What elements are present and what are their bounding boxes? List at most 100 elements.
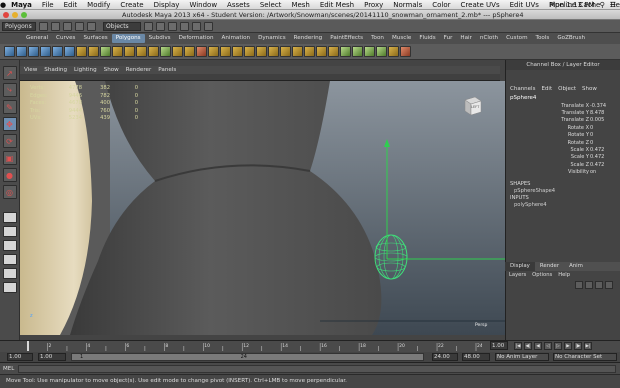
shelf-tab-dynamics[interactable]: Dynamics (254, 34, 290, 43)
menu-create-uvs[interactable]: Create UVs (456, 1, 505, 9)
shelf-tab-muscle[interactable]: Muscle (388, 34, 415, 43)
attr-value[interactable]: 0.472 (590, 147, 619, 153)
boolean-union-icon[interactable] (124, 46, 135, 57)
uv-editor-icon[interactable] (388, 46, 399, 57)
shelf-tab-surfaces[interactable]: Surfaces (79, 34, 111, 43)
close-window-button[interactable] (3, 11, 9, 18)
selected-object-name[interactable]: pSphere4 (506, 93, 620, 102)
attr-scale-z[interactable]: Scale Z 0.472 (506, 161, 620, 168)
move-layer-down-icon[interactable] (585, 281, 593, 289)
planar-mapping-icon[interactable] (340, 46, 351, 57)
channel-menu-channels[interactable]: Channels (510, 86, 535, 92)
attr-translate-z[interactable]: Translate Z 0.005 (506, 117, 620, 124)
fill-hole-icon[interactable] (184, 46, 195, 57)
poly-cylinder-icon[interactable] (28, 46, 39, 57)
offset-edge-loop-icon[interactable] (280, 46, 291, 57)
shelf-tab-tools[interactable]: Tools (532, 34, 554, 43)
minimize-window-button[interactable] (12, 11, 18, 18)
extract-icon[interactable] (100, 46, 111, 57)
side-by-side-layout-icon[interactable] (2, 240, 17, 251)
go-to-end-icon[interactable]: ▶| (584, 342, 592, 350)
menu-app[interactable]: Maya (6, 1, 37, 9)
anim-layer-dropdown[interactable]: No Anim Layer (495, 353, 549, 361)
render-icon[interactable] (180, 21, 189, 31)
attr-value[interactable]: 0 (590, 125, 619, 131)
animation-start-field[interactable]: 1.00 (7, 353, 33, 361)
attr-value[interactable]: 0.005 (590, 117, 619, 123)
shelf-tab-animation[interactable]: Animation (218, 34, 255, 43)
menu-set-dropdown[interactable]: Polygons (2, 21, 36, 31)
shelf-tab-polygons[interactable]: Polygons (111, 34, 145, 43)
play-forwards-icon[interactable]: ▷ (554, 342, 562, 350)
shelf-tab-fluids[interactable]: Fluids (415, 34, 439, 43)
menu-edit-mesh[interactable]: Edit Mesh (315, 1, 359, 9)
menu-edit-uvs[interactable]: Edit UVs (505, 1, 544, 9)
attr-value[interactable]: 0 (590, 132, 619, 138)
search-icon[interactable]: ⚲ (600, 1, 605, 9)
current-frame-field[interactable]: 1.00 (490, 341, 508, 350)
menu-modify[interactable]: Modify (82, 1, 115, 9)
boolean-intersect-icon[interactable] (148, 46, 159, 57)
shelf-tab-fur[interactable]: Fur (440, 34, 457, 43)
channel-menu-edit[interactable]: Edit (541, 86, 552, 92)
attr-value[interactable]: 0.472 (590, 162, 619, 168)
poly-cone-icon[interactable] (40, 46, 51, 57)
separate-icon[interactable] (88, 46, 99, 57)
panel-menu-view[interactable]: View (24, 67, 37, 73)
playback-end-field[interactable]: 24.00 (432, 353, 458, 361)
command-input[interactable] (18, 365, 616, 373)
snap-curve-icon[interactable] (156, 21, 165, 31)
character-set-dropdown[interactable]: No Character Set (553, 353, 617, 361)
panel-menu-shading[interactable]: Shading (44, 67, 67, 73)
last-tool-icon[interactable]: ● (2, 168, 17, 182)
attr-value[interactable]: 8.478 (590, 110, 619, 116)
bridge-icon[interactable] (232, 46, 243, 57)
clock[interactable]: Mon 1:13 PM (549, 1, 594, 9)
shelf-tab-deformation[interactable]: Deformation (175, 34, 218, 43)
four-pane-layout-icon[interactable] (2, 226, 17, 237)
append-polygon-icon[interactable] (244, 46, 255, 57)
channel-menu-object[interactable]: Object (558, 86, 576, 92)
triangulate-icon[interactable] (196, 46, 207, 57)
shelf-tab-toon[interactable]: Toon (367, 34, 388, 43)
layer-menu-layers[interactable]: Layers (509, 272, 526, 278)
select-tool-icon[interactable]: ↗ (2, 66, 17, 80)
list-icon[interactable]: ☰ (610, 1, 616, 9)
attr-value[interactable]: -0.374 (590, 103, 619, 109)
shelf-tab-painteffects[interactable]: PaintEffects (326, 34, 367, 43)
step-back-key-icon[interactable]: ◀| (524, 342, 532, 350)
ipr-render-icon[interactable] (192, 21, 201, 31)
lasso-tool-icon[interactable]: ⤷ (2, 83, 17, 97)
layer-menu-options[interactable]: Options (532, 272, 552, 278)
view-cube[interactable]: LEFT (463, 95, 483, 117)
go-to-start-icon[interactable]: |◀ (514, 342, 522, 350)
channel-menu-show[interactable]: Show (582, 86, 597, 92)
shelf-tab-subdivs[interactable]: Subdivs (145, 34, 175, 43)
save-scene-icon[interactable] (63, 21, 72, 31)
poke-icon[interactable] (328, 46, 339, 57)
step-back-frame-icon[interactable]: ◀ (534, 342, 542, 350)
shelf-tab-rendering[interactable]: Rendering (290, 34, 327, 43)
step-forward-frame-icon[interactable]: ▶ (564, 342, 572, 350)
attr-scale-y[interactable]: Scale Y 0.472 (506, 154, 620, 161)
hypershade-layout-icon[interactable] (2, 282, 17, 293)
merge-vertices-icon[interactable] (292, 46, 303, 57)
menu-window[interactable]: Window (184, 1, 222, 9)
paint-select-icon[interactable]: ✎ (2, 100, 17, 114)
scale-tool-icon[interactable]: ▣ (2, 151, 17, 165)
shelf-tab-hair[interactable]: Hair (456, 34, 476, 43)
move-tool-icon[interactable]: ✥ (2, 117, 17, 131)
move-layer-up-icon[interactable] (575, 281, 583, 289)
combine-icon[interactable] (76, 46, 87, 57)
attr-rotate-x[interactable]: Rotate X0 (506, 124, 620, 131)
selection-mask-dropdown[interactable]: Objects (103, 21, 141, 31)
playback-start-field[interactable]: 1.00 (38, 353, 66, 361)
average-vertices-icon[interactable] (172, 46, 183, 57)
open-scene-icon[interactable] (51, 21, 60, 31)
panel-menu-panels[interactable]: Panels (158, 67, 176, 73)
snap-point-icon[interactable] (168, 21, 177, 31)
single-pane-layout-icon[interactable] (2, 212, 17, 223)
play-backwards-icon[interactable]: ◁ (544, 342, 552, 350)
viewport-3d[interactable]: Verts: 4778 382 0 Edges: 9446 782 0 Faces: 4678… (20, 81, 505, 335)
split-polygon-icon[interactable] (256, 46, 267, 57)
